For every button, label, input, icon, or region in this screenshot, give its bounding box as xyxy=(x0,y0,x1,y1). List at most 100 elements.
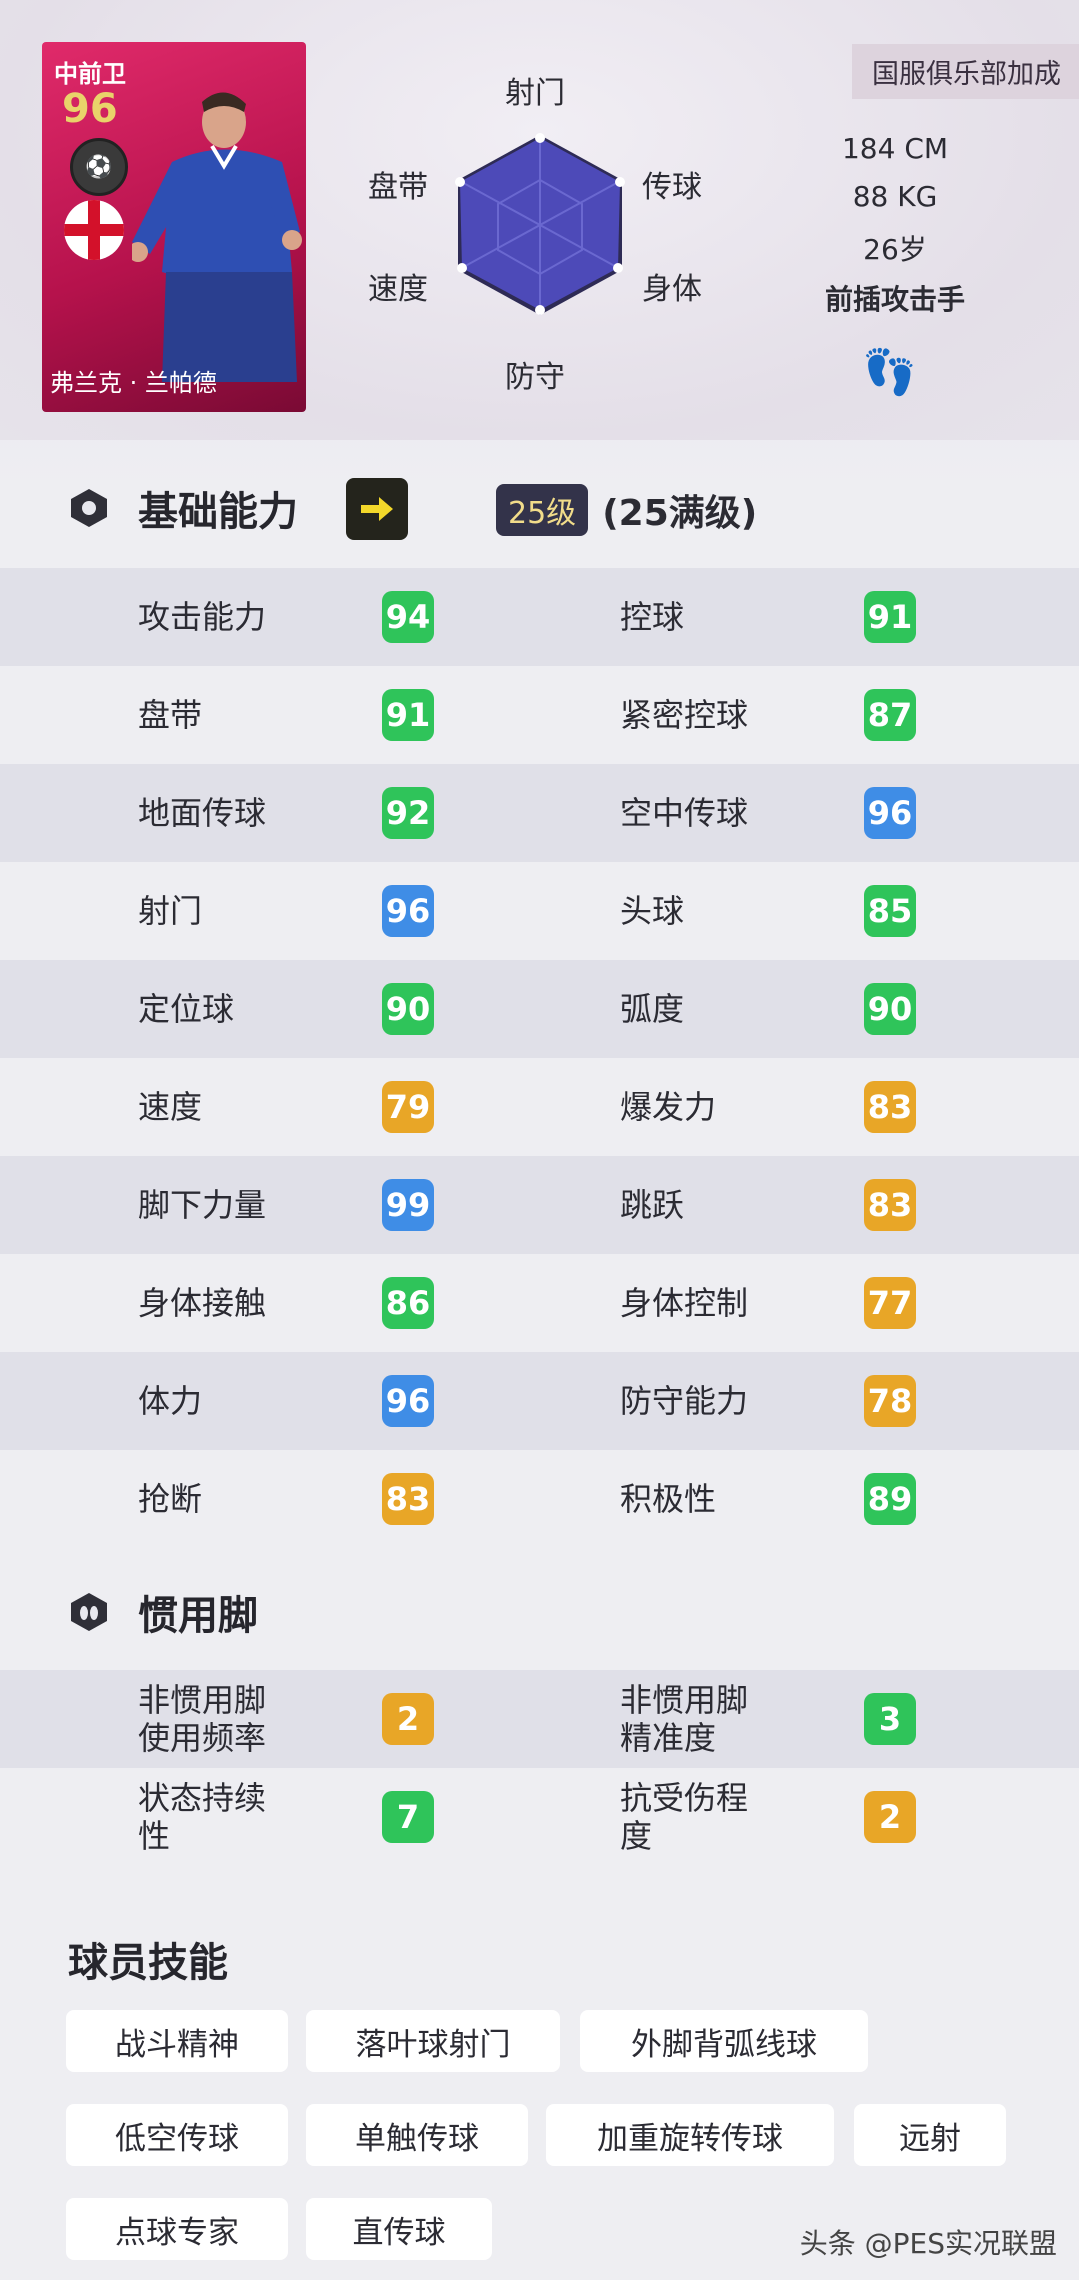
foot-stat-value: 3 xyxy=(864,1693,916,1745)
stat-name: 紧密控球 xyxy=(620,696,749,734)
foot-stat-name-line1: 抗受伤程 xyxy=(620,1779,749,1817)
stat-value: 96 xyxy=(382,1375,434,1427)
radar-label-shooting: 射门 xyxy=(505,76,565,111)
stat-row: 抢断 83 积极性 89 xyxy=(0,1450,1079,1548)
stat-value: 87 xyxy=(864,689,916,741)
stat-value: 79 xyxy=(382,1081,434,1133)
stat-name: 体力 xyxy=(138,1382,203,1420)
stat-name: 盘带 xyxy=(138,696,203,734)
card-rating: 96 xyxy=(62,86,118,132)
stat-value: 77 xyxy=(864,1277,916,1329)
stat-value: 83 xyxy=(382,1473,434,1525)
player-photo xyxy=(132,92,302,382)
stat-value: 78 xyxy=(864,1375,916,1427)
stat-name: 弧度 xyxy=(620,990,685,1028)
foot-stat-value: 2 xyxy=(864,1791,916,1843)
foot-row: 非惯用脚 使用频率 2 非惯用脚 精准度 3 xyxy=(0,1670,1079,1768)
stat-row: 速度 79 爆发力 83 xyxy=(0,1058,1079,1156)
skills-title: 球员技能 xyxy=(68,1940,228,1986)
stat-row: 射门 96 头球 85 xyxy=(0,862,1079,960)
skill-chip[interactable]: 点球专家 xyxy=(66,2198,288,2260)
basic-ability-title: 基础能力 xyxy=(138,489,298,535)
card-position: 中前卫 xyxy=(54,60,126,88)
skill-chip[interactable]: 直传球 xyxy=(306,2198,492,2260)
foot-stat-name-line1: 非惯用脚 xyxy=(620,1681,749,1719)
stat-name: 攻击能力 xyxy=(138,598,267,636)
radar-label-defense: 防守 xyxy=(505,360,565,395)
radar-chart: 射门 传球 身体 防守 速度 盘带 xyxy=(350,60,730,400)
skill-chip[interactable]: 低空传球 xyxy=(66,2104,288,2166)
stat-name: 头球 xyxy=(620,892,685,930)
foot-stat-value: 7 xyxy=(382,1791,434,1843)
stat-name: 跳跃 xyxy=(620,1186,685,1224)
player-header: 中前卫 96 ⚽ 弗兰克 · 兰帕德 射门 传球 身体 防守 速度 盘带 国服俱… xyxy=(0,0,1079,440)
foot-stat-name-line2: 精准度 xyxy=(620,1719,717,1757)
stat-row: 盘带 91 紧密控球 87 xyxy=(0,666,1079,764)
stat-value: 91 xyxy=(864,591,916,643)
level-pill: 25级 xyxy=(496,484,589,536)
stat-name: 速度 xyxy=(138,1088,203,1126)
player-height: 184 CM xyxy=(841,132,949,165)
england-flag-icon xyxy=(64,200,124,260)
foot-stat-name-line2: 度 xyxy=(620,1817,653,1855)
stat-name: 地面传球 xyxy=(138,794,267,832)
stat-value: 85 xyxy=(864,885,916,937)
foot-stat-name-line2: 使用频率 xyxy=(138,1719,267,1757)
stat-row: 定位球 90 弧度 90 xyxy=(0,960,1079,1058)
stat-row: 脚下力量 99 跳跃 83 xyxy=(0,1156,1079,1254)
skill-chip[interactable]: 加重旋转传球 xyxy=(546,2104,834,2166)
card-player-name: 弗兰克 · 兰帕德 xyxy=(50,369,217,397)
stat-value: 90 xyxy=(864,983,916,1035)
radar-label-passing: 传球 xyxy=(642,170,702,205)
foot-stat-value: 2 xyxy=(382,1693,434,1745)
max-level: (25满级) xyxy=(602,493,758,534)
player-card[interactable]: 中前卫 96 ⚽ 弗兰克 · 兰帕德 xyxy=(42,42,306,412)
skill-chip[interactable]: 单触传球 xyxy=(306,2104,528,2166)
stat-name: 空中传球 xyxy=(620,794,749,832)
foot-stat-name-line2: 性 xyxy=(138,1817,171,1855)
stat-value: 89 xyxy=(864,1473,916,1525)
skill-chip[interactable]: 落叶球射门 xyxy=(306,2010,560,2072)
club-boost-tag[interactable]: 国服俱乐部加成 xyxy=(852,44,1079,99)
radar-label-dribbling: 盘带 xyxy=(368,170,428,205)
stat-name: 身体接触 xyxy=(138,1284,267,1322)
upgrade-arrow-button[interactable] xyxy=(346,478,408,540)
watermark: 头条 @PES实况联盟 xyxy=(799,2227,1057,2260)
skill-chip[interactable]: 远射 xyxy=(854,2104,1006,2166)
foot-stat-name-line1: 状态持续 xyxy=(138,1779,267,1817)
radar-label-physical: 身体 xyxy=(642,272,702,307)
player-weight: 88 KG xyxy=(852,180,938,213)
stat-row: 体力 96 防守能力 78 xyxy=(0,1352,1079,1450)
stat-value: 86 xyxy=(382,1277,434,1329)
foot-header: 惯用脚 xyxy=(68,1582,258,1642)
stat-row: 身体接触 86 身体控制 77 xyxy=(0,1254,1079,1352)
stat-value: 99 xyxy=(382,1179,434,1231)
stat-value: 90 xyxy=(382,983,434,1035)
stat-name: 爆发力 xyxy=(620,1088,717,1126)
stat-name: 脚下力量 xyxy=(138,1186,267,1224)
foot-title: 惯用脚 xyxy=(138,1593,258,1639)
skill-chip[interactable]: 外脚背弧线球 xyxy=(580,2010,868,2072)
stat-value: 94 xyxy=(382,591,434,643)
ability-hex-icon xyxy=(71,489,107,527)
stat-value: 96 xyxy=(864,787,916,839)
foot-row: 状态持续性 7 抗受伤程度 2 xyxy=(0,1768,1079,1866)
stat-row: 地面传球 92 空中传球 96 xyxy=(0,764,1079,862)
stat-value: 83 xyxy=(864,1081,916,1133)
stat-value: 91 xyxy=(382,689,434,741)
foot-stat-name-line1: 非惯用脚 xyxy=(138,1681,267,1719)
stat-value: 92 xyxy=(382,787,434,839)
stat-name: 身体控制 xyxy=(620,1284,749,1322)
stat-name: 射门 xyxy=(138,892,203,930)
stat-name: 控球 xyxy=(620,598,685,636)
foot-hex-icon xyxy=(71,1593,107,1631)
stat-row: 攻击能力 94 控球 91 xyxy=(0,568,1079,666)
basic-ability-header: 基础能力 xyxy=(68,478,298,538)
stat-name: 积极性 xyxy=(620,1480,717,1518)
radar-label-speed: 速度 xyxy=(368,272,428,307)
stat-value: 83 xyxy=(864,1179,916,1231)
skill-chip[interactable]: 战斗精神 xyxy=(66,2010,288,2072)
stat-value: 96 xyxy=(382,885,434,937)
level-display: 25级 (25满级) xyxy=(496,484,757,536)
club-badge-icon: ⚽ xyxy=(70,138,128,196)
